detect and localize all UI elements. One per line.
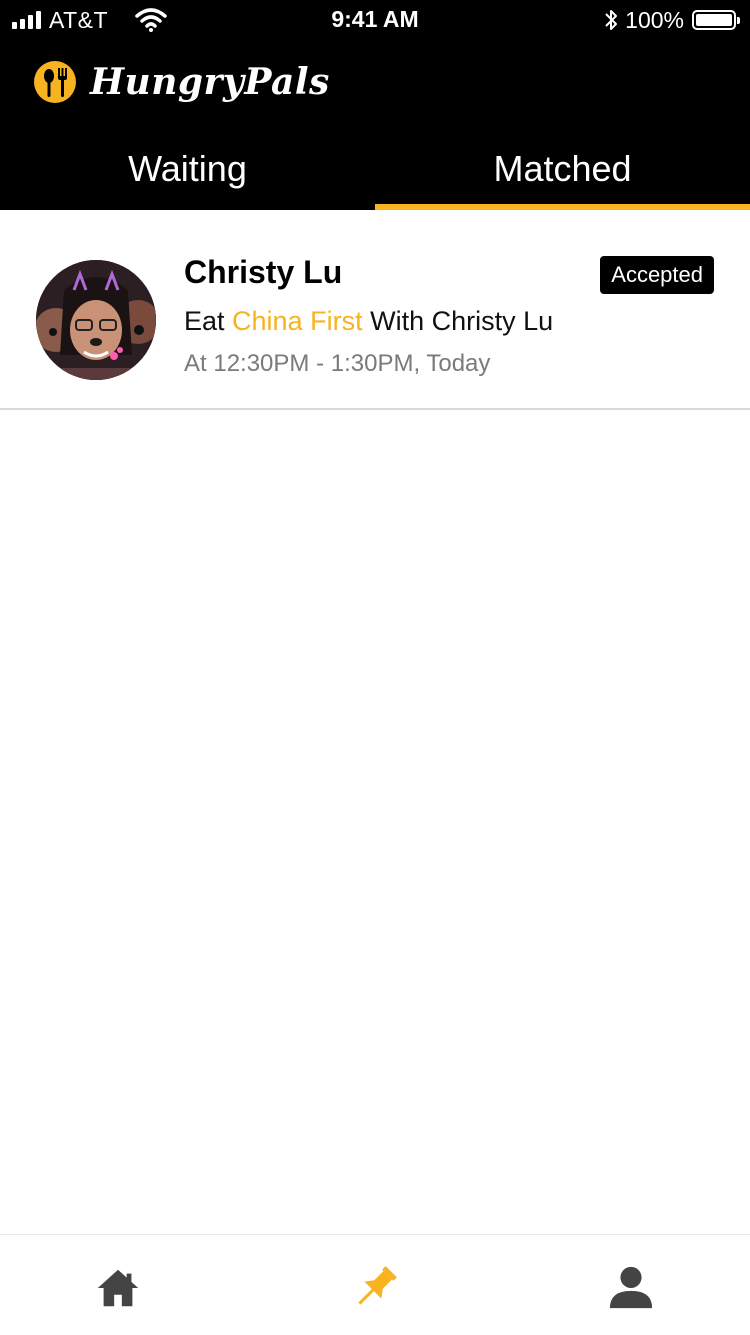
battery-percent: 100% [625,6,684,33]
brand: HungryPals [34,58,330,106]
pin-icon [358,1266,397,1305]
status-badge: Accepted [600,256,714,294]
match-time: At 12:30PM - 1:30PM, Today [184,350,490,378]
app-name: HungryPals [90,61,330,103]
battery-icon [692,10,740,30]
time-range: At 12:30PM - 1:30PM, [184,350,421,377]
with-text: With Christy Lu [370,306,554,336]
match-name: Christy Lu [184,254,343,290]
home-icon [97,1269,139,1307]
status-right: 100% [603,6,740,34]
bluetooth-icon [605,10,618,30]
profile-icon [609,1266,653,1309]
match-description: Eat China First With Christy Lu [184,306,553,337]
bottom-nav [0,1234,750,1335]
avatar[interactable] [36,260,156,380]
tab-bar: Waiting Matched [0,130,750,210]
tab-matched[interactable]: Matched [375,130,750,210]
eat-prefix: Eat [184,306,225,336]
restaurant-link[interactable]: China First [232,306,363,336]
utensils-logo-icon [34,61,76,103]
nav-profile[interactable] [606,1263,656,1313]
match-card[interactable]: Christy Lu Accepted Eat China First With… [0,210,750,410]
app-header: AT&T 9:41 AM 100% HungryPals Waiting Mat… [0,0,750,210]
nav-home[interactable] [93,1263,143,1313]
nav-pinned[interactable] [350,1263,400,1313]
time-day: Today [426,350,491,377]
status-bar: AT&T 9:41 AM 100% [0,0,750,40]
tab-waiting[interactable]: Waiting [0,130,375,210]
